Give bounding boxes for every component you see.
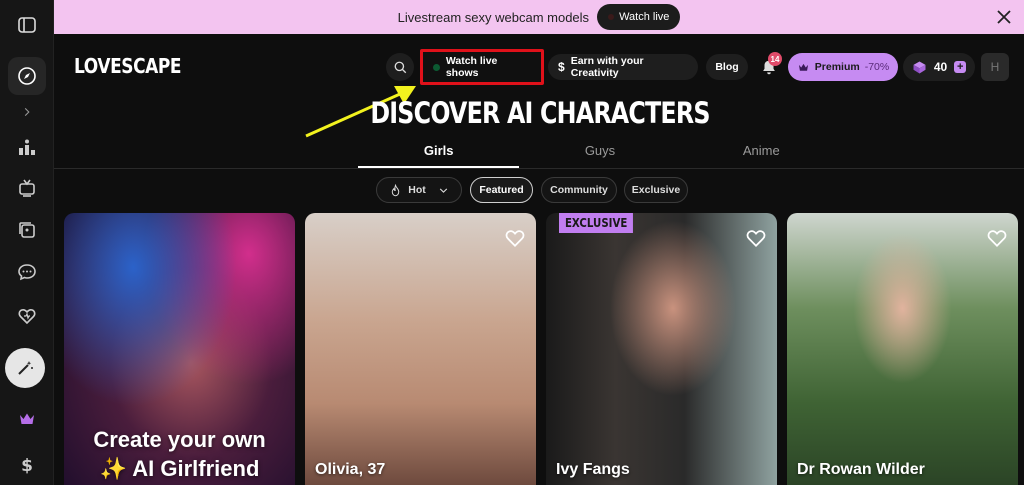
svg-text:$: $ (21, 456, 33, 475)
promo-banner: Livestream sexy webcam models Watch live (54, 0, 1024, 34)
sort-dropdown[interactable]: Hot (376, 177, 462, 203)
earn-creativity-button[interactable]: $ Earn with your Creativity (548, 54, 698, 80)
watch-live-shows-button[interactable]: Watch live shows (420, 49, 544, 85)
filter-exclusive[interactable]: Exclusive (624, 177, 688, 203)
character-name: Olivia, 37 (315, 461, 386, 478)
crown-icon[interactable] (8, 400, 46, 438)
page-title: DISCOVER AI CHARACTERS (370, 96, 710, 130)
create-card-text: Create your own ✨ AI Girlfriend (64, 425, 295, 483)
search-button[interactable] (386, 53, 414, 81)
filter-featured[interactable]: Featured (470, 177, 533, 203)
heart-icon[interactable] (8, 297, 46, 335)
gem-icon (913, 61, 926, 73)
tab-guys[interactable]: Guys (519, 138, 680, 168)
notification-badge: 14 (768, 52, 782, 66)
logo[interactable]: LOVESCAPE (74, 54, 182, 78)
magic-wand-icon[interactable] (5, 348, 45, 388)
character-name: Ivy Fangs (556, 461, 630, 478)
tab-anime[interactable]: Anime (681, 138, 842, 168)
premium-button[interactable]: Premium -70% (788, 53, 898, 81)
create-line-2: ✨ AI Girlfriend (99, 456, 260, 481)
promo-text: Livestream sexy webcam models (397, 9, 590, 25)
watch-live-button[interactable]: Watch live (597, 4, 681, 30)
tab-girls[interactable]: Girls (358, 138, 520, 168)
character-card[interactable]: Olivia, 37 (305, 213, 536, 485)
category-tabs: Girls Guys Anime (358, 138, 842, 168)
blog-label: Blog (715, 61, 739, 73)
earn-label: Earn with your Creativity (570, 55, 644, 79)
search-icon (394, 61, 406, 73)
favorite-heart-icon[interactable] (986, 227, 1008, 249)
exclusive-badge: EXCLUSIVE (559, 213, 634, 233)
compass-icon[interactable] (8, 57, 46, 95)
crown-icon (798, 63, 808, 71)
favorite-heart-icon[interactable] (745, 227, 767, 249)
avatar[interactable]: H (981, 53, 1009, 81)
dollar-icon: $ (558, 60, 565, 74)
sort-label: Hot (408, 184, 426, 196)
create-line-1: Create your own (93, 427, 266, 452)
tabs-divider (54, 168, 1024, 169)
sidebar: $ (0, 0, 54, 485)
gems-count: 40 (933, 60, 948, 74)
filter-community[interactable]: Community (541, 177, 617, 203)
watch-live-label: Watch live (619, 11, 670, 23)
add-gems-icon[interactable]: + (954, 61, 967, 73)
dollar-icon[interactable]: $ (8, 446, 46, 484)
blog-button[interactable]: Blog (706, 54, 748, 80)
flame-icon (392, 183, 400, 196)
live-dot-icon (608, 14, 615, 20)
premium-discount: -70% (864, 61, 890, 73)
gallery-icon[interactable] (8, 211, 46, 249)
watch-live-shows-label: Watch live shows (445, 55, 498, 79)
gems-balance[interactable]: 40 + (903, 53, 975, 81)
character-card[interactable]: Dr Rowan Wilder (787, 213, 1018, 485)
live-dot-icon (433, 63, 440, 71)
close-icon[interactable] (994, 7, 1014, 27)
chat-icon[interactable] (8, 253, 46, 291)
chevron-down-icon (439, 187, 447, 193)
character-card[interactable]: EXCLUSIVE Ivy Fangs (546, 213, 777, 485)
leaderboard-icon[interactable] (8, 129, 46, 167)
tv-icon[interactable] (8, 169, 46, 207)
chevron-right-icon[interactable] (8, 93, 46, 131)
create-girlfriend-card[interactable]: Create your own ✨ AI Girlfriend (64, 213, 295, 485)
premium-label: Premium (814, 61, 860, 73)
character-name: Dr Rowan Wilder (797, 461, 925, 478)
panel-toggle-icon[interactable] (8, 6, 46, 44)
favorite-heart-icon[interactable] (504, 227, 526, 249)
